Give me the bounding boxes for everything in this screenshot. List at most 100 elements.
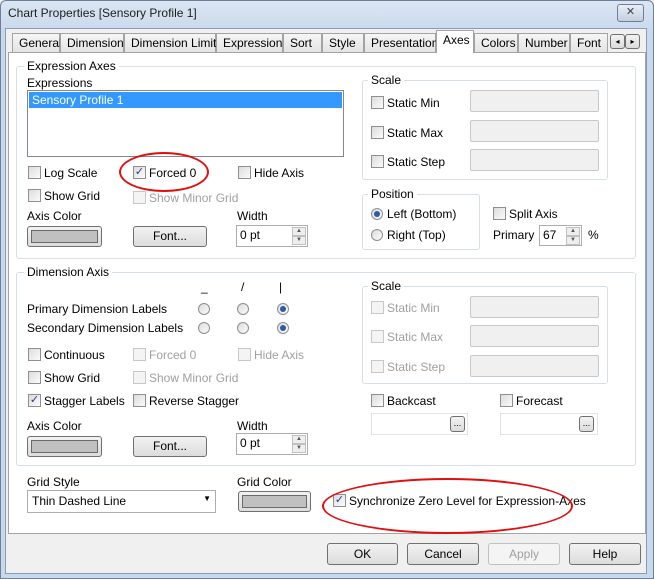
spin-down-icon[interactable]: ▼ bbox=[292, 444, 306, 453]
dim-hide-axis-checkbox[interactable] bbox=[238, 348, 251, 361]
grid-style-select[interactable]: Thin Dashed Line ▼ bbox=[27, 490, 216, 513]
backcast-label: Backcast bbox=[387, 394, 436, 408]
dimension-axis-legend: Dimension Axis bbox=[24, 265, 113, 279]
backcast-checkbox[interactable] bbox=[371, 394, 384, 407]
dim-static-step-input[interactable] bbox=[470, 355, 599, 377]
label-orientation-diagonal: / bbox=[241, 280, 245, 294]
static-max-input[interactable] bbox=[470, 120, 599, 142]
tab-scroll-right[interactable]: ▸ bbox=[625, 34, 640, 49]
dim-static-min-input[interactable] bbox=[470, 296, 599, 318]
grid-style-value: Thin Dashed Line bbox=[32, 494, 127, 508]
static-min-input[interactable] bbox=[470, 90, 599, 112]
static-max-checkbox[interactable] bbox=[371, 126, 384, 139]
tab-scroll-left[interactable]: ◂ bbox=[610, 34, 625, 49]
reverse-stagger-label: Reverse Stagger bbox=[149, 394, 240, 408]
primary-horizontal-radio[interactable] bbox=[198, 303, 210, 315]
stagger-labels-label: Stagger Labels bbox=[44, 394, 125, 408]
red-annotation-circle bbox=[322, 478, 573, 534]
dim-font-button[interactable]: Font... bbox=[133, 436, 207, 457]
primary-dimension-labels: Primary Dimension Labels bbox=[27, 302, 168, 316]
tab-expressions[interactable]: Expressions bbox=[216, 33, 288, 53]
dim-static-min-checkbox[interactable] bbox=[371, 301, 384, 314]
dim-show-grid-checkbox[interactable] bbox=[28, 371, 41, 384]
backcast-expression-button[interactable]: ... bbox=[450, 416, 465, 432]
dim-show-minor-grid-label: Show Minor Grid bbox=[149, 371, 239, 385]
static-step-input[interactable] bbox=[470, 149, 599, 171]
position-left-radio[interactable] bbox=[371, 208, 383, 220]
tab-colors[interactable]: Colors bbox=[474, 33, 518, 53]
primary-label: Primary bbox=[493, 228, 535, 242]
static-min-checkbox[interactable] bbox=[371, 96, 384, 109]
secondary-diagonal-radio[interactable] bbox=[237, 322, 249, 334]
dim-static-step-checkbox[interactable] bbox=[371, 360, 384, 373]
tab-font[interactable]: Font bbox=[570, 33, 608, 53]
log-scale-checkbox[interactable] bbox=[28, 166, 41, 179]
spin-up-icon[interactable]: ▲ bbox=[566, 227, 580, 236]
font-button[interactable]: Font... bbox=[133, 226, 207, 247]
expressions-listbox[interactable]: Sensory Profile 1 bbox=[27, 90, 344, 157]
spin-down-icon[interactable]: ▼ bbox=[566, 236, 580, 245]
show-minor-grid-checkbox[interactable] bbox=[133, 191, 146, 204]
dim-scale-legend: Scale bbox=[368, 279, 405, 293]
primary-diagonal-radio[interactable] bbox=[237, 303, 249, 315]
tab-presentation[interactable]: Presentation bbox=[364, 33, 438, 53]
show-minor-grid-label: Show Minor Grid bbox=[149, 191, 239, 205]
tab-dimension-limits[interactable]: Dimension Limits bbox=[124, 33, 222, 53]
secondary-horizontal-radio[interactable] bbox=[198, 322, 210, 334]
log-scale-label: Log Scale bbox=[44, 166, 98, 180]
primary-vertical-radio[interactable] bbox=[277, 303, 289, 315]
split-axis-label: Split Axis bbox=[509, 207, 558, 221]
reverse-stagger-checkbox[interactable] bbox=[133, 394, 146, 407]
continuous-checkbox[interactable] bbox=[28, 348, 41, 361]
spin-down-icon[interactable]: ▼ bbox=[292, 236, 306, 245]
dim-show-minor-grid-checkbox[interactable] bbox=[133, 371, 146, 384]
dim-width-label: Width bbox=[237, 419, 268, 433]
tab-dimensions[interactable]: Dimensions bbox=[60, 33, 130, 53]
tab-axes[interactable]: Axes bbox=[436, 30, 474, 53]
grid-color-label: Grid Color bbox=[237, 475, 292, 489]
dim-static-max-checkbox[interactable] bbox=[371, 330, 384, 343]
forecast-checkbox[interactable] bbox=[500, 394, 513, 407]
tab-style[interactable]: Style bbox=[322, 33, 364, 53]
grid-style-label: Grid Style bbox=[27, 475, 80, 489]
dim-show-grid-label: Show Grid bbox=[44, 371, 101, 385]
axis-color-button[interactable] bbox=[27, 226, 102, 247]
label-orientation-horizontal: _ bbox=[201, 280, 208, 294]
spin-up-icon[interactable]: ▲ bbox=[292, 435, 306, 444]
forecast-label: Forecast bbox=[516, 394, 563, 408]
label-orientation-vertical: | bbox=[279, 280, 283, 294]
apply-button[interactable]: Apply bbox=[488, 543, 560, 565]
tab-sort[interactable]: Sort bbox=[283, 33, 322, 53]
dim-axis-color-button[interactable] bbox=[27, 436, 102, 457]
static-max-label: Static Max bbox=[387, 126, 444, 140]
show-grid-checkbox[interactable] bbox=[28, 189, 41, 202]
dim-static-step-label: Static Step bbox=[387, 360, 446, 374]
ok-button[interactable]: OK bbox=[327, 543, 398, 565]
spin-up-icon[interactable]: ▲ bbox=[292, 227, 306, 236]
dim-forced-0-checkbox[interactable] bbox=[133, 348, 146, 361]
dim-static-max-input[interactable] bbox=[470, 325, 599, 347]
show-grid-label: Show Grid bbox=[44, 189, 101, 203]
position-left-label: Left (Bottom) bbox=[387, 207, 457, 221]
grid-color-button[interactable] bbox=[238, 491, 311, 512]
chevron-down-icon: ▼ bbox=[203, 494, 211, 503]
position-legend: Position bbox=[368, 187, 417, 201]
static-step-checkbox[interactable] bbox=[371, 155, 384, 168]
static-step-label: Static Step bbox=[387, 155, 446, 169]
dialog-title: Chart Properties [Sensory Profile 1] bbox=[8, 6, 197, 20]
cancel-button[interactable]: Cancel bbox=[407, 543, 479, 565]
hide-axis-checkbox[interactable] bbox=[238, 166, 251, 179]
stagger-labels-checkbox[interactable]: ✓ bbox=[28, 394, 41, 407]
tab-number[interactable]: Number bbox=[518, 33, 570, 53]
close-button[interactable]: ✕ bbox=[617, 4, 644, 22]
position-right-label: Right (Top) bbox=[387, 228, 446, 242]
position-right-radio[interactable] bbox=[371, 229, 383, 241]
help-button[interactable]: Help bbox=[569, 543, 641, 565]
split-axis-checkbox[interactable] bbox=[493, 207, 506, 220]
expression-list-item[interactable]: Sensory Profile 1 bbox=[29, 92, 342, 108]
secondary-dimension-labels: Secondary Dimension Labels bbox=[27, 321, 184, 335]
secondary-vertical-radio[interactable] bbox=[277, 322, 289, 334]
tab-general[interactable]: General bbox=[12, 33, 62, 53]
dim-hide-axis-label: Hide Axis bbox=[254, 348, 305, 362]
forecast-expression-button[interactable]: ... bbox=[579, 416, 594, 432]
